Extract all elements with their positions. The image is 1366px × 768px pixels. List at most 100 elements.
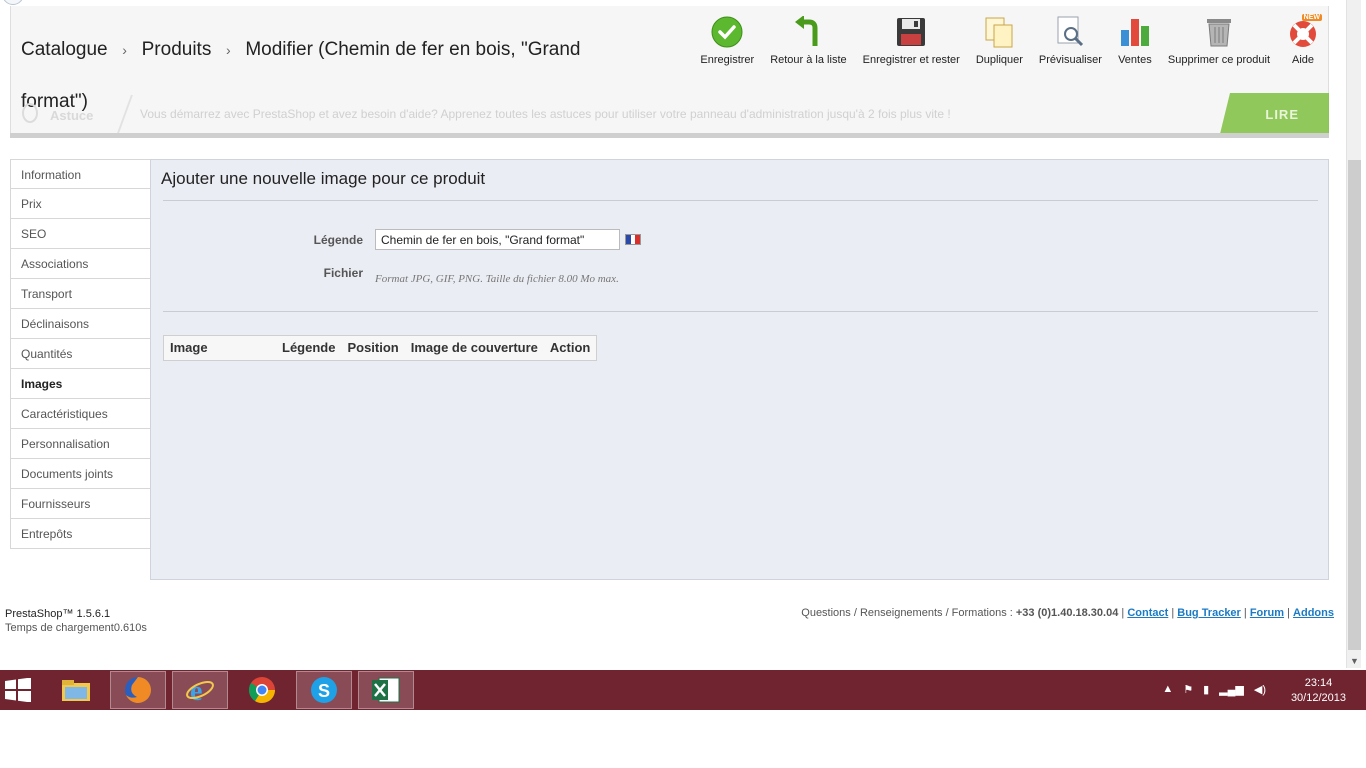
delete-product-button[interactable]: Supprimer ce produit [1160, 14, 1278, 74]
tab-quantites[interactable]: Quantités [10, 339, 151, 369]
tab-entrepots[interactable]: Entrepôts [10, 519, 151, 549]
panel-title: Ajouter une nouvelle image pour ce produ… [161, 169, 486, 188]
save-button[interactable]: Enregistrer [692, 14, 762, 74]
tip-chevron [101, 95, 133, 133]
network-signal-icon[interactable]: ▂▄▆ [1219, 683, 1244, 696]
svg-text:S: S [318, 681, 330, 701]
windows-taskbar: e S ▲ ⚑ ▮ ▂▄▆ ◀) 23:14 30/12/2013 [0, 670, 1366, 710]
check-circle-icon [710, 14, 744, 50]
volume-icon[interactable]: ◀) [1254, 683, 1266, 696]
footer-version-info: PrestaShop™ 1.5.6.1 Temps de chargement0… [5, 607, 147, 635]
taskbar-chrome[interactable] [234, 671, 290, 709]
footer-link-contact[interactable]: Contact [1127, 607, 1168, 619]
divider [163, 311, 1318, 312]
tip-label: Astuce [50, 108, 94, 123]
file-explorer-icon [62, 680, 90, 701]
excel-icon [372, 677, 400, 703]
clock-date: 30/12/2013 [1290, 692, 1346, 704]
breadcrumb-current: Modifier (Chemin de fer en bois, "Grand [245, 39, 581, 60]
preview-label: Prévisualiser [1038, 54, 1102, 66]
tray-expand-icon[interactable]: ▲ [1162, 683, 1173, 696]
col-action: Action [549, 340, 591, 355]
col-cover: Image de couverture [410, 340, 538, 355]
toolbar-buttons: Enregistrer Retour à la liste Enregistre… [692, 14, 1328, 74]
col-legende: Légende [282, 340, 336, 355]
floppy-disk-icon [894, 14, 928, 50]
help-button[interactable]: NEW Aide [1278, 14, 1328, 74]
tab-fournisseurs[interactable]: Fournisseurs [10, 489, 151, 519]
tab-seo[interactable]: SEO [10, 219, 151, 249]
taskbar-internet-explorer[interactable]: e [172, 671, 228, 709]
new-badge: NEW [1301, 14, 1322, 21]
help-label: Aide [1291, 54, 1315, 66]
file-label: Fichier [323, 266, 363, 280]
scroll-down-arrow-icon[interactable]: ▼ [1350, 656, 1359, 666]
clock[interactable]: 23:14 30/12/2013 [1291, 676, 1346, 706]
tip-message: Vous démarrez avec PrestaShop et avez be… [140, 107, 951, 121]
breadcrumb-separator: › [225, 42, 231, 58]
svg-text:e: e [190, 676, 202, 705]
footer-links: Questions / Renseignements / Formations … [801, 607, 1334, 619]
chrome-icon [248, 677, 276, 704]
scrollbar-thumb[interactable] [1348, 160, 1361, 650]
footer-link-bug-tracker[interactable]: Bug Tracker [1177, 607, 1241, 619]
tip-divider [10, 133, 1329, 138]
tab-associations[interactable]: Associations [10, 249, 151, 279]
back-arrow-icon [791, 14, 825, 50]
footer-phone: +33 (0)1.40.18.30.04 [1015, 607, 1119, 619]
file-hint: Format JPG, GIF, PNG. Taille du fichier … [375, 273, 619, 285]
taskbar-skype[interactable]: S [296, 671, 352, 709]
browser-menu-button[interactable] [2, 0, 24, 5]
images-panel: Ajouter une nouvelle image pour ce produ… [150, 159, 1329, 580]
french-flag-icon[interactable] [625, 234, 641, 245]
tip-bar: Astuce Vous démarrez avec PrestaShop et … [10, 93, 1329, 138]
tip-read-label[interactable]: LIRE [1265, 107, 1299, 122]
tab-caracteristiques[interactable]: Caractéristiques [10, 399, 151, 429]
preview-icon [1053, 14, 1087, 50]
divider [163, 200, 1318, 201]
back-to-list-button[interactable]: Retour à la liste [762, 14, 854, 74]
taskbar-firefox[interactable] [110, 671, 166, 709]
tab-transport[interactable]: Transport [10, 279, 151, 309]
trash-icon [1202, 14, 1236, 50]
system-tray: ▲ ⚑ ▮ ▂▄▆ ◀) [1162, 683, 1266, 696]
legend-input[interactable] [375, 229, 620, 250]
preview-button[interactable]: Prévisualiser [1031, 14, 1110, 74]
col-position: Position [347, 340, 399, 355]
tab-prix[interactable]: Prix [10, 189, 151, 219]
sales-button[interactable]: Ventes [1110, 14, 1160, 74]
images-table-header: Image Légende Position Image de couvertu… [163, 335, 598, 361]
internet-explorer-icon: e [186, 676, 214, 705]
save-and-stay-button[interactable]: Enregistrer et rester [855, 14, 968, 74]
tab-personnalisation[interactable]: Personnalisation [10, 429, 151, 459]
windows-logo-icon [5, 677, 31, 703]
taskbar-file-explorer[interactable] [48, 671, 104, 709]
screen: Catalogue › Produits › Modifier (Chemin de f… [0, 0, 1366, 768]
footer-version: PrestaShop™ 1.5.6.1 [5, 608, 111, 620]
footer-link-addons[interactable]: Addons [1293, 607, 1334, 619]
skype-icon: S [311, 677, 337, 703]
tab-declinaisons[interactable]: Déclinaisons [10, 309, 151, 339]
tab-information[interactable]: Information [10, 159, 151, 189]
duplicate-button[interactable]: Dupliquer [968, 14, 1031, 74]
firefox-icon [125, 677, 151, 703]
taskbar-excel[interactable] [358, 671, 414, 709]
footer-contact-prefix: Questions / Renseignements / Formations … [801, 607, 1013, 619]
bar-chart-icon [1118, 14, 1152, 50]
tab-documents-joints[interactable]: Documents joints [10, 459, 151, 489]
vertical-scrollbar[interactable]: ▼ [1346, 0, 1361, 668]
start-button[interactable] [4, 677, 34, 703]
lightbulb-icon [22, 103, 38, 123]
legend-label: Légende [313, 233, 363, 247]
footer-load-time: Temps de chargement0.610s [5, 622, 147, 634]
battery-icon[interactable]: ▮ [1203, 683, 1209, 696]
tab-images[interactable]: Images [10, 369, 151, 399]
clock-time: 23:14 [1304, 677, 1333, 689]
col-image: Image [170, 340, 208, 355]
sales-label: Ventes [1118, 54, 1152, 66]
breadcrumb-catalogue[interactable]: Catalogue [21, 39, 108, 60]
action-center-flag-icon[interactable]: ⚑ [1183, 683, 1193, 696]
breadcrumb-produits[interactable]: Produits [142, 39, 212, 60]
breadcrumb-separator: › [122, 42, 127, 58]
footer-link-forum[interactable]: Forum [1250, 607, 1284, 619]
